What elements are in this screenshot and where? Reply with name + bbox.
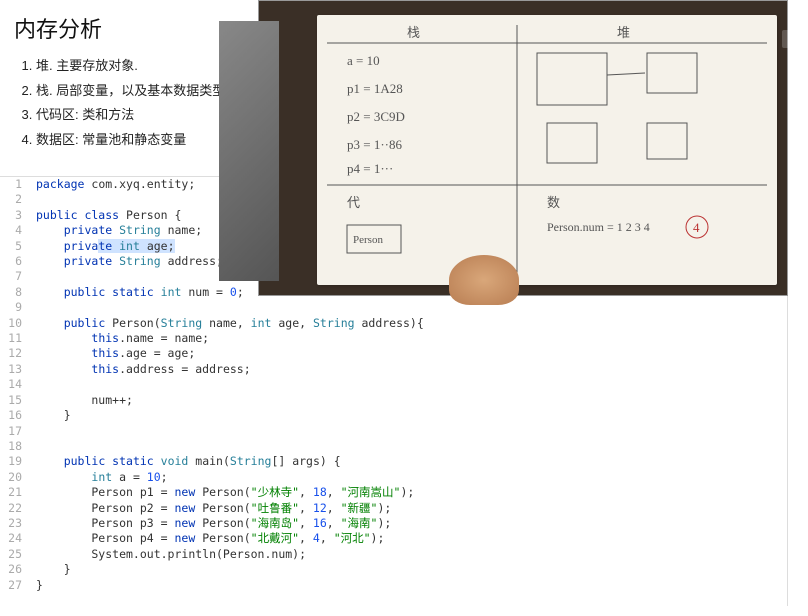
- line-number: 9: [0, 300, 30, 315]
- line-number: 5: [0, 239, 30, 254]
- code-line[interactable]: 19 public static void main(String[] args…: [0, 454, 787, 469]
- code-line[interactable]: 25 System.out.println(Person.num);: [0, 547, 787, 562]
- code-source[interactable]: this.name = name;: [30, 331, 209, 346]
- line-number: 26: [0, 562, 30, 577]
- line-number: 21: [0, 485, 30, 500]
- line-number: 27: [0, 578, 30, 593]
- line-number: 1: [0, 177, 30, 192]
- hw-code-label: 代: [347, 195, 360, 210]
- code-source[interactable]: }: [30, 408, 71, 423]
- code-source[interactable]: Person p2 = new Person("吐鲁番", 12, "新疆");: [30, 501, 391, 516]
- code-source[interactable]: Person p3 = new Person("海南岛", 16, "海南");: [30, 516, 391, 531]
- video-overlay[interactable]: 栈 堆 a = 10 p1 = 1A28 p2 = 3C9D p3 = 1··8…: [258, 0, 788, 296]
- code-source[interactable]: this.address = address;: [30, 362, 251, 377]
- line-number: 22: [0, 501, 30, 516]
- code-line[interactable]: 24 Person p4 = new Person("北戴河", 4, "河北"…: [0, 531, 787, 546]
- hw-row: p2 = 3C9D: [347, 109, 405, 124]
- code-line[interactable]: 18: [0, 439, 787, 454]
- line-number: 8: [0, 285, 30, 300]
- hw-data-label: 数: [547, 195, 560, 210]
- hw-heap-label: 堆: [617, 25, 630, 40]
- code-source[interactable]: }: [30, 578, 43, 593]
- code-line[interactable]: 23 Person p3 = new Person("海南岛", 16, "海南…: [0, 516, 787, 531]
- line-number: 7: [0, 269, 30, 284]
- line-number: 6: [0, 254, 30, 269]
- code-source[interactable]: [30, 439, 36, 454]
- hand-image: [449, 255, 519, 305]
- code-source[interactable]: int a = 10;: [30, 470, 168, 485]
- hw-person-box: Person: [353, 234, 383, 246]
- code-source[interactable]: [30, 377, 36, 392]
- code-source[interactable]: num++;: [30, 393, 133, 408]
- code-source[interactable]: System.out.println(Person.num);: [30, 547, 306, 562]
- code-line[interactable]: 10 public Person(String name, int age, S…: [0, 316, 787, 331]
- line-number: 11: [0, 331, 30, 346]
- line-number: 2: [0, 192, 30, 207]
- code-source[interactable]: Person p1 = new Person("少林寺", 18, "河南嵩山"…: [30, 485, 414, 500]
- code-line[interactable]: 9: [0, 300, 787, 315]
- line-number: 10: [0, 316, 30, 331]
- code-source[interactable]: }: [30, 562, 71, 577]
- code-source[interactable]: private String address;: [30, 254, 223, 269]
- line-number: 23: [0, 516, 30, 531]
- code-line[interactable]: 26 }: [0, 562, 787, 577]
- line-number: 19: [0, 454, 30, 469]
- code-source[interactable]: private int age;: [30, 239, 175, 254]
- hw-row: p3 = 1··86: [347, 137, 402, 152]
- handwritten-diagram: 栈 堆 a = 10 p1 = 1A28 p2 = 3C9D p3 = 1··8…: [317, 15, 777, 285]
- line-number: 15: [0, 393, 30, 408]
- code-source[interactable]: [30, 424, 36, 439]
- line-number: 4: [0, 223, 30, 238]
- svg-text:4: 4: [693, 220, 700, 235]
- code-source[interactable]: package com.xyq.entity;: [30, 177, 195, 192]
- code-line[interactable]: 27}: [0, 578, 787, 593]
- code-line[interactable]: 20 int a = 10;: [0, 470, 787, 485]
- code-source[interactable]: Person p4 = new Person("北戴河", 4, "河北");: [30, 531, 384, 546]
- code-line[interactable]: 22 Person p2 = new Person("吐鲁番", 12, "新疆…: [0, 501, 787, 516]
- line-number: 13: [0, 362, 30, 377]
- line-number: 14: [0, 377, 30, 392]
- code-line[interactable]: 16 }: [0, 408, 787, 423]
- line-number: 25: [0, 547, 30, 562]
- code-source[interactable]: public Person(String name, int age, Stri…: [30, 316, 424, 331]
- hw-row: p1 = 1A28: [347, 81, 403, 96]
- code-source[interactable]: [30, 300, 36, 315]
- code-line[interactable]: 14: [0, 377, 787, 392]
- line-number: 20: [0, 470, 30, 485]
- line-number: 3: [0, 208, 30, 223]
- line-number: 18: [0, 439, 30, 454]
- line-number: 16: [0, 408, 30, 423]
- help-icon[interactable]: ?: [782, 30, 800, 48]
- hw-stack-label: 栈: [407, 25, 420, 40]
- code-line[interactable]: 13 this.address = address;: [0, 362, 787, 377]
- code-line[interactable]: 21 Person p1 = new Person("少林寺", 18, "河南…: [0, 485, 787, 500]
- code-line[interactable]: 17: [0, 424, 787, 439]
- code-source[interactable]: public class Person {: [30, 208, 181, 223]
- line-number: 12: [0, 346, 30, 361]
- code-source[interactable]: public static int num = 0;: [30, 285, 244, 300]
- line-number: 24: [0, 531, 30, 546]
- code-source[interactable]: [30, 269, 36, 284]
- hw-row: a = 10: [347, 53, 380, 68]
- code-source[interactable]: [30, 192, 36, 207]
- code-line[interactable]: 15 num++;: [0, 393, 787, 408]
- line-number: 17: [0, 424, 30, 439]
- code-line[interactable]: 11 this.name = name;: [0, 331, 787, 346]
- hw-static-text: Person.num = 1 2 3 4: [547, 220, 650, 234]
- code-source[interactable]: public static void main(String[] args) {: [30, 454, 341, 469]
- code-source[interactable]: this.age = age;: [30, 346, 195, 361]
- code-line[interactable]: 12 this.age = age;: [0, 346, 787, 361]
- code-source[interactable]: private String name;: [30, 223, 202, 238]
- hw-row: p4 = 1···: [347, 161, 393, 176]
